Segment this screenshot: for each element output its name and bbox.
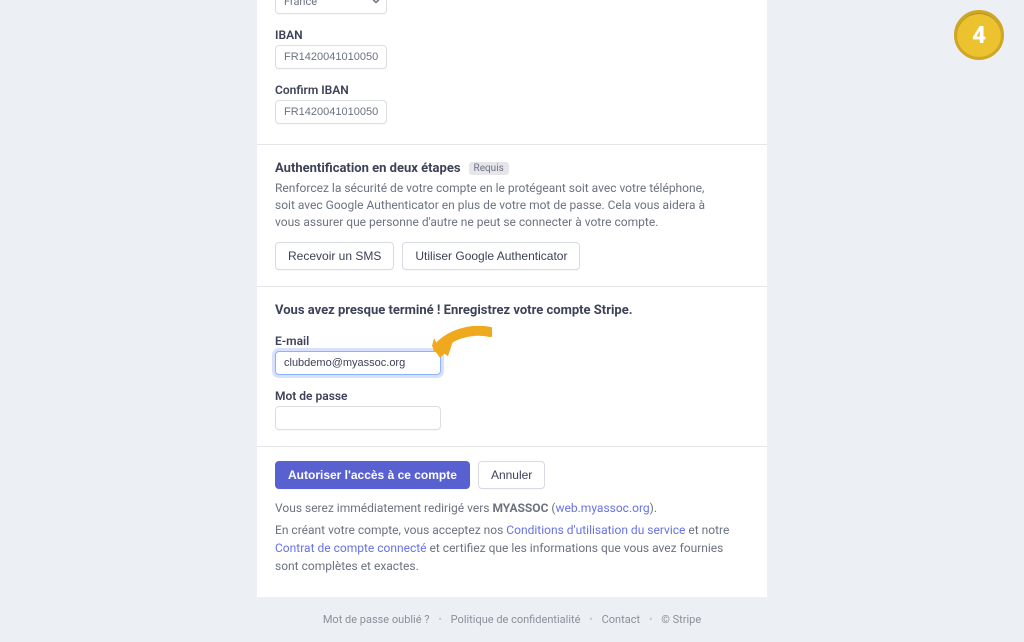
cancel-button[interactable]: Annuler — [478, 461, 545, 489]
footer: Mot de passe oublié ? • Politique de con… — [257, 597, 767, 642]
redirect-link[interactable]: web.myassoc.org — [556, 501, 650, 515]
privacy-link[interactable]: Politique de confidentialité — [451, 613, 581, 626]
terms-link[interactable]: Conditions d'utilisation du service — [506, 523, 685, 537]
receive-sms-button[interactable]: Recevoir un SMS — [275, 242, 394, 270]
register-heading: Vous avez presque terminé ! Enregistrez … — [275, 303, 749, 318]
password-label: Mot de passe — [275, 389, 749, 403]
contract-link[interactable]: Contrat de compte connecté — [275, 541, 427, 555]
redirect-note: Vous serez immédiatement redirigé vers M… — [275, 499, 749, 517]
email-field[interactable] — [275, 351, 441, 375]
required-badge: Requis — [469, 162, 509, 175]
authorize-button[interactable]: Autoriser l'accès à ce compte — [275, 461, 470, 489]
step-number-badge: 4 — [954, 10, 1004, 60]
iban-label: IBAN — [275, 28, 749, 42]
contact-link[interactable]: Contact — [602, 613, 640, 626]
stripe-link[interactable]: © Stripe — [661, 613, 701, 626]
password-field[interactable] — [275, 406, 441, 430]
email-label: E-mail — [275, 334, 749, 348]
country-select[interactable]: France — [275, 0, 387, 14]
twofa-description: Renforcez la sécurité de votre compte en… — [275, 180, 725, 230]
twofa-heading: Authentification en deux étapes — [275, 161, 461, 176]
iban-input[interactable] — [275, 45, 387, 69]
use-google-authenticator-button[interactable]: Utiliser Google Authenticator — [402, 242, 580, 270]
confirm-iban-label: Confirm IBAN — [275, 83, 749, 97]
terms-note: En créant votre compte, vous acceptez no… — [275, 521, 749, 575]
forgot-password-link[interactable]: Mot de passe oublié ? — [323, 613, 430, 626]
country-select-value: France — [275, 0, 387, 14]
confirm-iban-input[interactable] — [275, 100, 387, 124]
